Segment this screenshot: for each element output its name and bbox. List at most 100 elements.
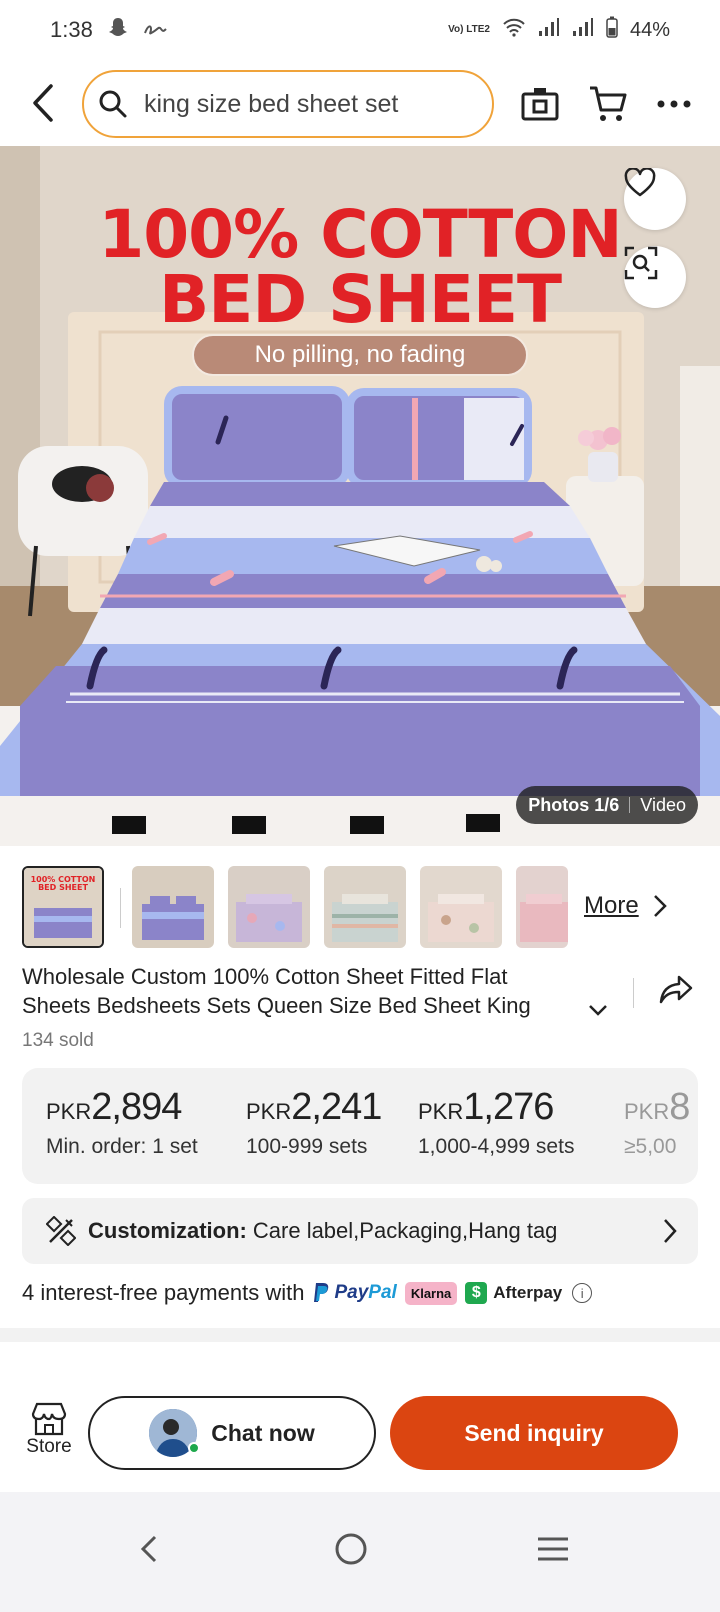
payment-options: 4 interest-free payments with Pay Pal Kla… bbox=[22, 1278, 702, 1308]
nav-menu-icon bbox=[538, 1537, 568, 1561]
hero-subtitle: No pilling, no fading bbox=[192, 334, 528, 376]
store-button[interactable]: Store bbox=[18, 1402, 80, 1468]
lens-scan-icon bbox=[624, 246, 658, 280]
title-divider bbox=[633, 978, 634, 1008]
hero-title-line2: BED SHEET bbox=[158, 261, 562, 338]
status-time: 1:38 bbox=[50, 17, 93, 42]
price-amount: 2,241 bbox=[291, 1086, 382, 1128]
chevron-right-icon bbox=[664, 1219, 677, 1243]
price-amount: 8 bbox=[669, 1086, 690, 1128]
afterpay-icon: $ bbox=[465, 1282, 488, 1304]
customization-row[interactable]: Customization: Care label,Packaging,Hang… bbox=[22, 1198, 698, 1264]
nav-home-button[interactable] bbox=[326, 1524, 376, 1574]
send-inquiry-button[interactable]: Send inquiry bbox=[390, 1396, 678, 1470]
price-tier-1: PKR 2,894 Min. order: 1 set bbox=[46, 1086, 198, 1159]
thumbnail-4[interactable] bbox=[324, 866, 406, 948]
cart-icon bbox=[590, 86, 627, 121]
thumbnail-5[interactable] bbox=[420, 866, 502, 948]
store-icon bbox=[31, 1402, 67, 1436]
online-indicator bbox=[188, 1442, 200, 1454]
product-hero-image[interactable]: 100% COTTON BED SHEET No pilling, no fad… bbox=[0, 146, 720, 846]
thumbnail-3[interactable] bbox=[228, 866, 310, 948]
store-label: Store bbox=[26, 1436, 72, 1457]
camera-icon bbox=[521, 88, 559, 121]
nav-home-icon bbox=[335, 1533, 367, 1565]
chevron-right-icon bbox=[653, 895, 667, 917]
chat-now-button[interactable]: Chat now bbox=[88, 1396, 376, 1470]
sold-count: 134 sold bbox=[22, 1030, 94, 1051]
section-divider bbox=[0, 1328, 720, 1342]
battery-level: 44% bbox=[629, 18, 670, 41]
price-tier-4: PKR 8 ≥5,00 bbox=[624, 1086, 690, 1159]
signature-icon bbox=[143, 17, 167, 43]
favorite-button[interactable] bbox=[624, 168, 686, 230]
back-button[interactable] bbox=[18, 78, 68, 128]
payment-text: 4 interest-free payments with bbox=[22, 1280, 305, 1305]
photos-tab[interactable]: Photos 1/6 bbox=[528, 795, 619, 816]
info-icon[interactable]: i bbox=[572, 1283, 593, 1303]
thumbnail-1[interactable]: 100% COTTON BED SHEET bbox=[22, 866, 104, 948]
price-tier-3: PKR 1,276 1,000-4,999 sets bbox=[418, 1086, 574, 1159]
nav-recents-button[interactable] bbox=[528, 1524, 578, 1574]
customization-value: Care label,Packaging,Hang tag bbox=[252, 1218, 558, 1243]
chat-now-label: Chat now bbox=[211, 1419, 315, 1446]
back-arrow-icon bbox=[33, 84, 53, 122]
share-button[interactable] bbox=[658, 974, 698, 1014]
image-search-button[interactable] bbox=[624, 246, 686, 308]
more-options-button[interactable] bbox=[652, 82, 696, 126]
share-icon bbox=[659, 975, 693, 1004]
more-icon bbox=[657, 100, 691, 108]
price-quantity: ≥5,00 bbox=[624, 1135, 677, 1158]
media-divider bbox=[629, 797, 631, 813]
search-icon bbox=[99, 90, 127, 118]
thumbnail-2[interactable] bbox=[132, 866, 214, 948]
price-currency: PKR bbox=[418, 1099, 464, 1124]
cart-button[interactable] bbox=[586, 82, 630, 126]
price-amount: 2,894 bbox=[91, 1086, 182, 1128]
price-currency: PKR bbox=[246, 1099, 292, 1124]
bottom-action-bar: Store Chat now Send inquiry bbox=[0, 1390, 720, 1480]
nav-back-icon bbox=[140, 1535, 157, 1563]
more-photos-label: More bbox=[584, 892, 639, 919]
search-input[interactable]: king size bed sheet set bbox=[82, 70, 494, 138]
price-currency: PKR bbox=[624, 1099, 670, 1124]
customization-label: Customization: bbox=[88, 1218, 247, 1243]
afterpay-label: Afterpay bbox=[493, 1283, 563, 1302]
afterpay-logo: $ Afterpay bbox=[465, 1282, 562, 1304]
expand-title-button[interactable] bbox=[584, 996, 612, 1024]
product-title[interactable]: Wholesale Custom 100% Cotton Sheet Fitte… bbox=[22, 962, 582, 1020]
status-bar: 1:38 Vo) LTE2 44% bbox=[0, 0, 720, 60]
nav-back-button[interactable] bbox=[124, 1524, 174, 1574]
header: king size bed sheet set bbox=[0, 66, 720, 146]
price-tier-2: PKR 2,241 100-999 sets bbox=[246, 1086, 382, 1159]
klarna-badge: Klarna bbox=[404, 1281, 458, 1305]
volte-indicator: Vo) LTE2 bbox=[448, 24, 490, 35]
thumbnail-6[interactable] bbox=[516, 866, 568, 948]
media-switcher[interactable]: Photos 1/6 Video bbox=[516, 786, 698, 824]
wifi-icon bbox=[502, 17, 526, 43]
more-photos-link[interactable]: More bbox=[584, 892, 667, 920]
thumbnail-divider bbox=[120, 888, 121, 928]
signal-icon bbox=[538, 17, 560, 43]
search-input-value: king size bed sheet set bbox=[144, 89, 399, 118]
customize-tools-icon bbox=[46, 1216, 76, 1246]
price-currency: PKR bbox=[46, 1099, 92, 1124]
price-tiers: PKR 2,894 Min. order: 1 set PKR 2,241 100-… bbox=[22, 1068, 698, 1184]
price-quantity: 100-999 sets bbox=[246, 1135, 368, 1158]
snapchat-icon bbox=[107, 16, 129, 44]
battery-icon bbox=[606, 16, 618, 44]
price-quantity: 1,000-4,999 sets bbox=[418, 1135, 575, 1158]
paypal-icon bbox=[314, 1283, 329, 1302]
heart-icon bbox=[624, 168, 656, 197]
video-tab[interactable]: Video bbox=[640, 795, 686, 816]
paypal-label-pal: Pal bbox=[368, 1282, 397, 1303]
paypal-logo: Pay Pal bbox=[312, 1282, 397, 1304]
price-quantity: Min. order: 1 set bbox=[46, 1135, 198, 1158]
signal-icon-2 bbox=[572, 17, 594, 43]
svg-text:BED SHEET: BED SHEET bbox=[38, 883, 88, 892]
send-inquiry-label: Send inquiry bbox=[464, 1419, 604, 1446]
system-nav-bar bbox=[0, 1492, 720, 1612]
camera-search-button[interactable] bbox=[518, 82, 562, 126]
thumbnail-strip: 100% COTTON BED SHEET More bbox=[22, 866, 702, 950]
paypal-label-pay: Pay bbox=[334, 1282, 369, 1303]
